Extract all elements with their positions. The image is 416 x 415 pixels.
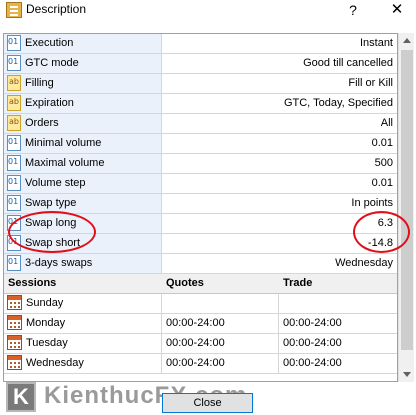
property-row[interactable]: Swap short -14.8 <box>4 234 397 254</box>
sessions-header: Sessions Quotes Trade <box>4 274 397 294</box>
property-row[interactable]: Orders All <box>4 114 397 134</box>
property-name-cell: Swap short <box>4 234 162 253</box>
property-value: Fill or Kill <box>348 77 393 89</box>
session-day: Wednesday <box>26 357 84 369</box>
watermark-badge: K <box>6 382 36 412</box>
close-window-button[interactable]: ✕ <box>386 0 408 22</box>
property-name-cell: Minimal volume <box>4 134 162 153</box>
session-row[interactable]: Wednesday 00:00-24:00 00:00-24:00 <box>4 354 397 374</box>
property-row[interactable]: Swap long 6.3 <box>4 214 397 234</box>
property-row[interactable]: 3-days swaps Wednesday <box>4 254 397 274</box>
symbol-properties-grid[interactable]: Execution Instant GTC mode Good till can… <box>3 33 398 382</box>
property-row[interactable]: Filling Fill or Kill <box>4 74 397 94</box>
property-label: Volume step <box>25 177 86 189</box>
session-quotes: 00:00-24:00 <box>166 337 225 349</box>
property-row[interactable]: Swap type In points <box>4 194 397 214</box>
property-label: Execution <box>25 37 74 49</box>
trade-column-header: Trade <box>283 277 313 289</box>
property-label: Minimal volume <box>25 137 102 149</box>
property-label: Maximal volume <box>25 157 105 169</box>
session-row[interactable]: Tuesday 00:00-24:00 00:00-24:00 <box>4 334 397 354</box>
window-title: Description <box>26 2 87 16</box>
property-value: Good till cancelled <box>303 57 393 69</box>
property-value: In points <box>351 197 393 209</box>
scrollbar-thumb[interactable] <box>401 50 413 350</box>
numeric-property-icon <box>7 195 21 211</box>
property-row[interactable]: Minimal volume 0.01 <box>4 134 397 154</box>
numeric-property-icon <box>7 235 21 251</box>
numeric-property-icon <box>7 35 21 51</box>
session-day: Monday <box>26 317 66 329</box>
property-name-cell: Volume step <box>4 174 162 193</box>
property-value: Instant <box>359 37 393 49</box>
property-value: 500 <box>374 157 393 169</box>
property-value: 6.3 <box>377 217 393 229</box>
scroll-down-arrow-icon[interactable] <box>399 366 415 382</box>
numeric-property-icon <box>7 135 21 151</box>
session-row[interactable]: Sunday <box>4 294 397 314</box>
numeric-property-icon <box>7 215 21 231</box>
session-quotes: 00:00-24:00 <box>166 357 225 369</box>
quotes-column-header: Quotes <box>166 277 204 289</box>
property-name-cell: Maximal volume <box>4 154 162 173</box>
numeric-property-icon <box>7 155 21 171</box>
property-value: Wednesday <box>335 257 393 269</box>
property-row[interactable]: GTC mode Good till cancelled <box>4 54 397 74</box>
property-value: -14.8 <box>367 237 393 249</box>
property-name-cell: GTC mode <box>4 54 162 73</box>
property-value: 0.01 <box>371 177 393 189</box>
calendar-icon <box>7 295 22 310</box>
property-name-cell: Orders <box>4 114 162 133</box>
property-label: Swap short <box>25 237 81 249</box>
vertical-scrollbar[interactable] <box>398 33 414 382</box>
session-trade: 00:00-24:00 <box>283 317 342 329</box>
property-name-cell: Expiration <box>4 94 162 113</box>
description-window-icon <box>6 2 22 18</box>
property-value: All <box>380 117 393 129</box>
session-day: Tuesday <box>26 337 68 349</box>
calendar-icon <box>7 335 22 350</box>
property-name-cell: Swap long <box>4 214 162 233</box>
calendar-icon <box>7 355 22 370</box>
property-label: Expiration <box>25 97 74 109</box>
session-trade: 00:00-24:00 <box>283 337 342 349</box>
property-row[interactable]: Volume step 0.01 <box>4 174 397 194</box>
string-property-icon <box>7 95 21 111</box>
property-name-cell: Execution <box>4 34 162 53</box>
scroll-up-arrow-icon[interactable] <box>399 33 415 49</box>
title-bar: Description ? ✕ <box>0 0 416 32</box>
string-property-icon <box>7 115 21 131</box>
help-button[interactable]: ? <box>343 0 363 22</box>
property-label: 3-days swaps <box>25 257 93 269</box>
property-row[interactable]: Maximal volume 500 <box>4 154 397 174</box>
string-property-icon <box>7 75 21 91</box>
property-value: 0.01 <box>371 137 393 149</box>
sessions-column-header: Sessions <box>8 277 57 289</box>
property-value: GTC, Today, Specified <box>283 97 393 109</box>
session-day: Sunday <box>26 297 64 309</box>
property-name-cell: Swap type <box>4 194 162 213</box>
numeric-property-icon <box>7 175 21 191</box>
property-label: Swap type <box>25 197 77 209</box>
numeric-property-icon <box>7 55 21 71</box>
session-row[interactable]: Monday 00:00-24:00 00:00-24:00 <box>4 314 397 334</box>
property-label: GTC mode <box>25 57 79 69</box>
property-name-cell: Filling <box>4 74 162 93</box>
close-button[interactable]: Close <box>162 393 253 413</box>
calendar-icon <box>7 315 22 330</box>
property-label: Orders <box>25 117 59 129</box>
property-name-cell: 3-days swaps <box>4 254 162 273</box>
property-label: Swap long <box>25 217 77 229</box>
property-label: Filling <box>25 77 54 89</box>
session-quotes-cell <box>162 294 279 313</box>
session-trade: 00:00-24:00 <box>283 357 342 369</box>
numeric-property-icon <box>7 255 21 271</box>
session-quotes: 00:00-24:00 <box>166 317 225 329</box>
property-row[interactable]: Expiration GTC, Today, Specified <box>4 94 397 114</box>
property-row[interactable]: Execution Instant <box>4 34 397 54</box>
